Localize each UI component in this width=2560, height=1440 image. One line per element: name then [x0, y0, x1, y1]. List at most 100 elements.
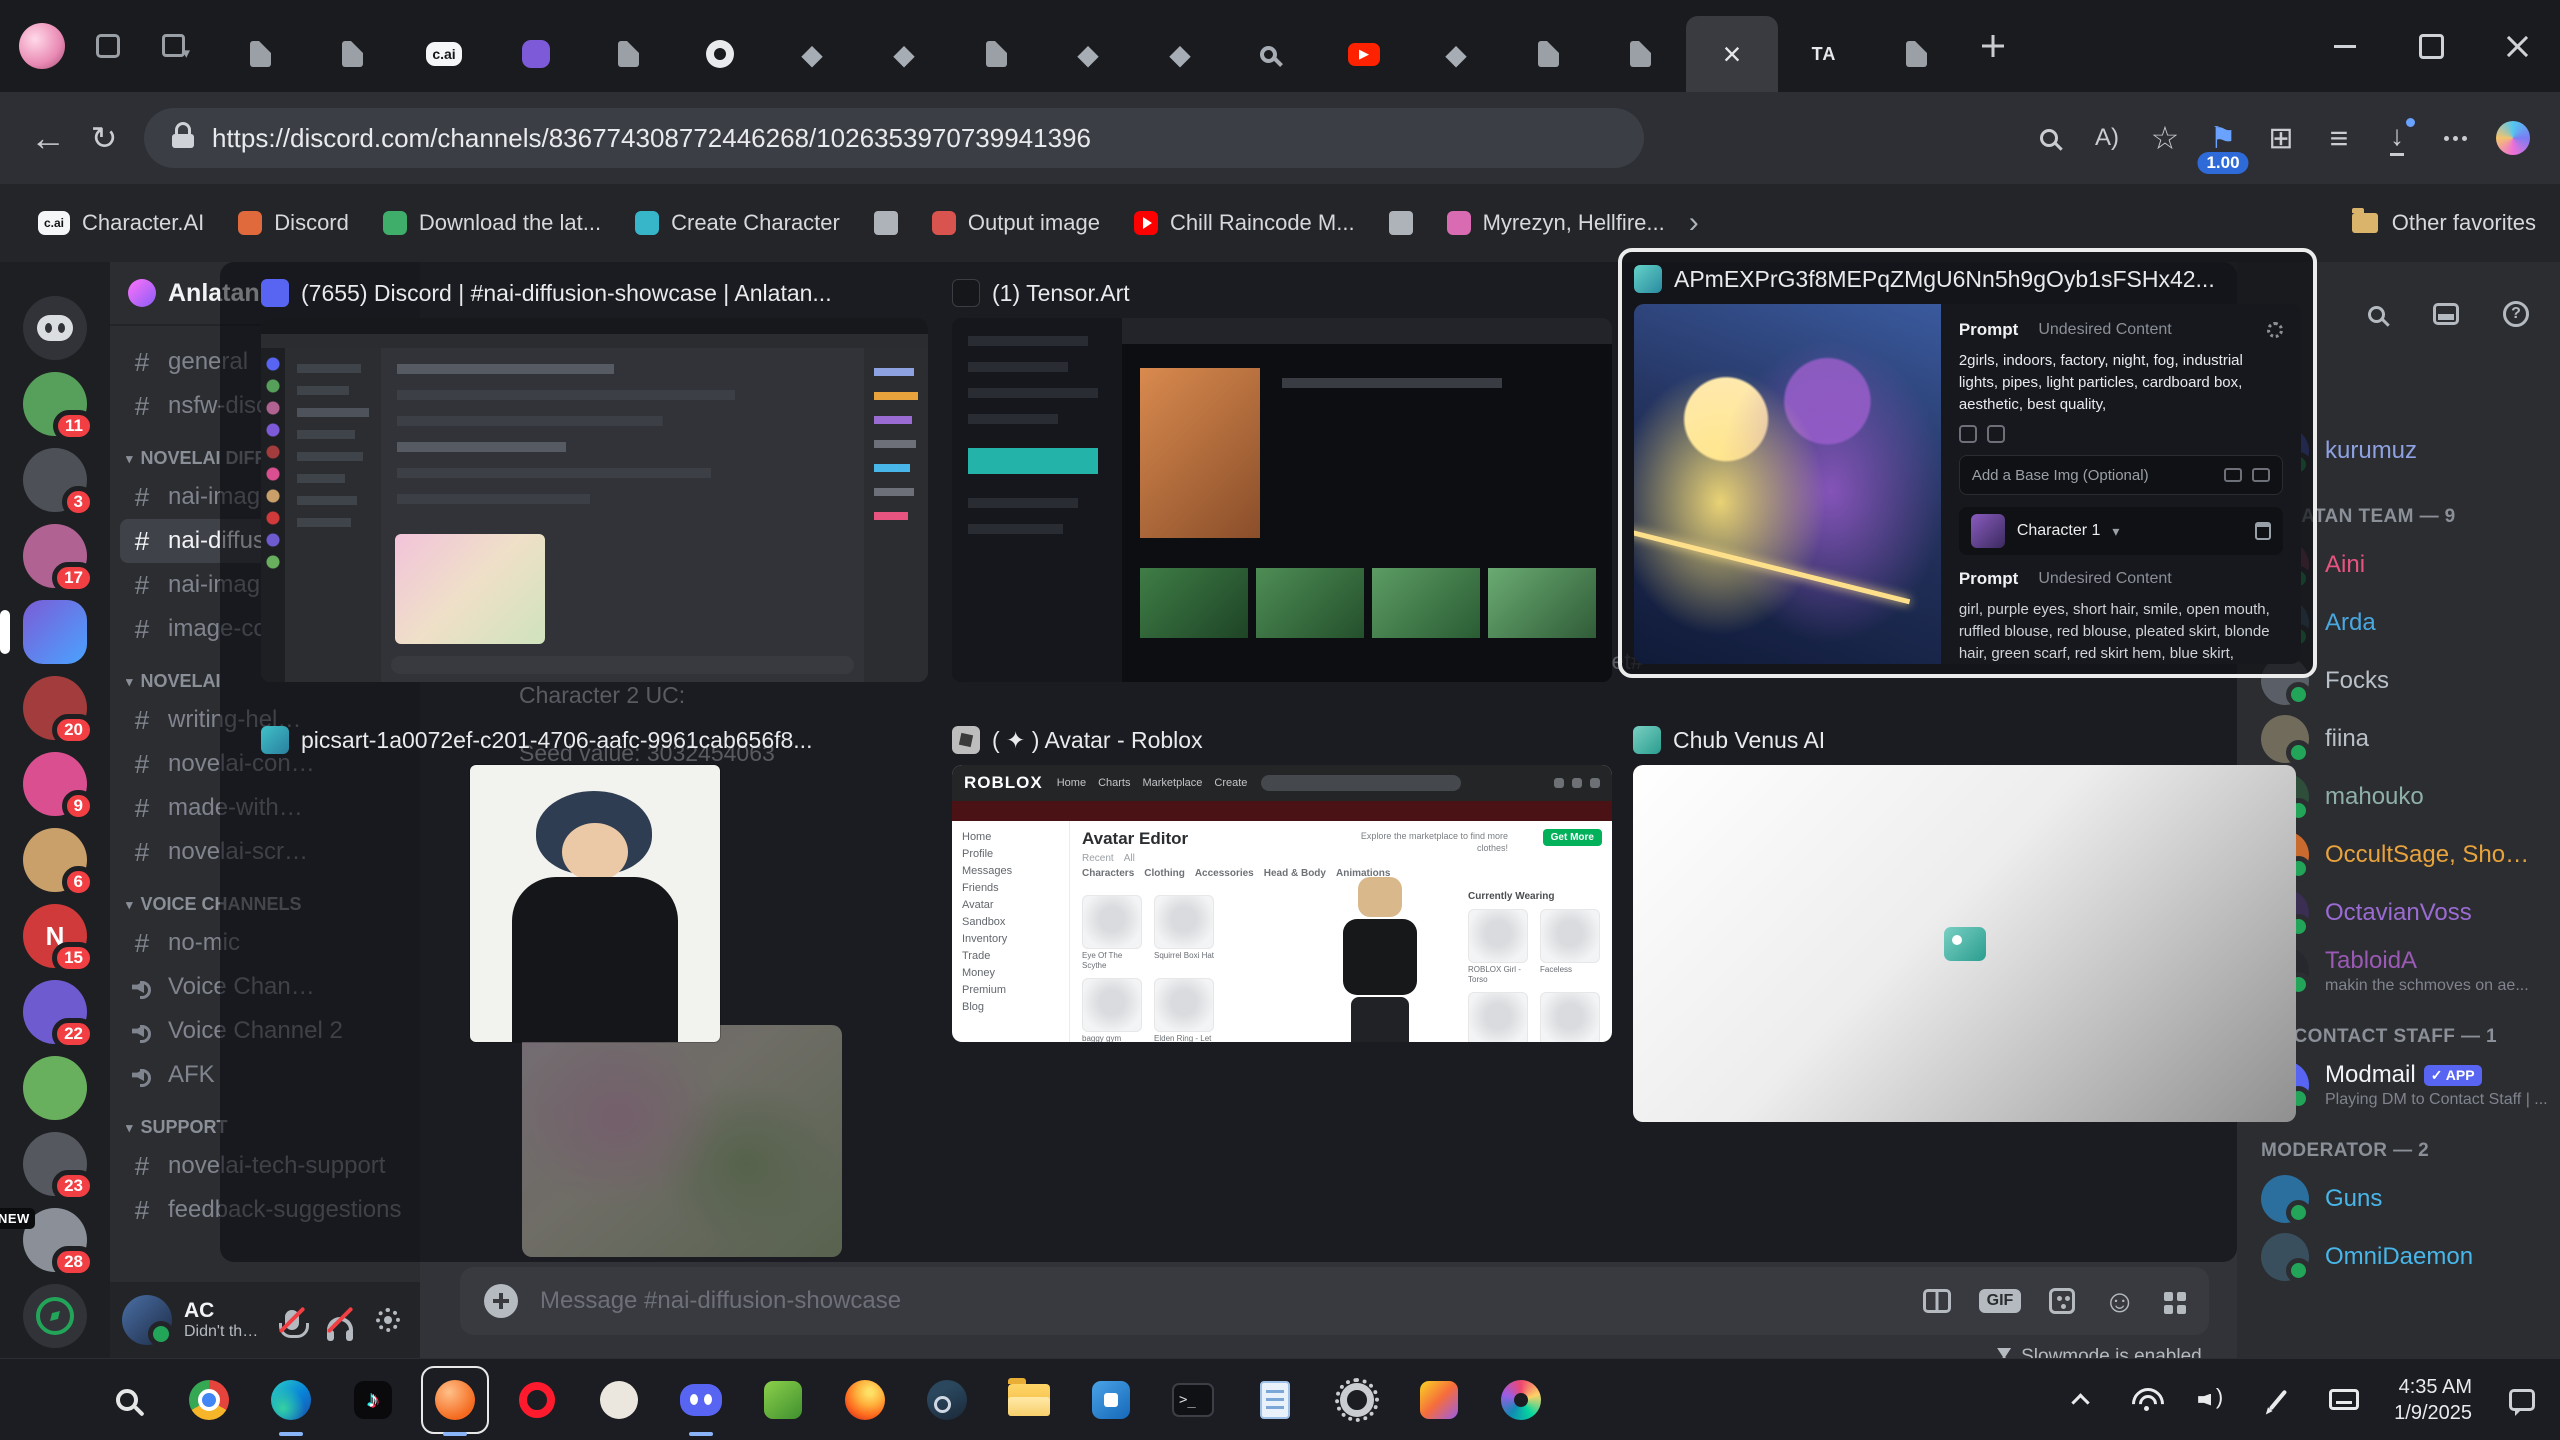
downloads-button[interactable] [2370, 106, 2424, 170]
roblox-sidebar-item[interactable]: Friends [962, 880, 1059, 897]
notifications-button[interactable] [2500, 1371, 2544, 1429]
roblox-category[interactable]: Accessories [1195, 868, 1254, 879]
browser-tab[interactable] [674, 16, 766, 92]
maximize-button[interactable] [2388, 0, 2474, 92]
favorite-item[interactable] [860, 203, 912, 243]
new-tab-button[interactable] [1966, 19, 2020, 73]
tab-preview-discord[interactable]: (7655) Discord | #nai-diffusion-showcase… [261, 276, 928, 682]
network-button[interactable] [2124, 1371, 2168, 1429]
browser-tab[interactable] [1594, 16, 1686, 92]
favorite-item[interactable]: Myrezyn, Hellfire... [1433, 202, 1679, 244]
browser-tab[interactable] [582, 16, 674, 92]
minimize-button[interactable] [2302, 0, 2388, 92]
tab-close-icon[interactable]: × [1723, 38, 1742, 70]
taskbar-app-chrome[interactable] [180, 1371, 238, 1429]
roblox-tab[interactable]: All [1124, 853, 1135, 864]
roblox-nav-link[interactable]: Home [1057, 777, 1086, 789]
favorite-item[interactable]: Chill Raincode M... [1120, 202, 1369, 244]
close-window-button[interactable] [2474, 0, 2560, 92]
favorite-item[interactable]: Output image [918, 202, 1114, 244]
favorite-item[interactable]: c.aiCharacter.AI [24, 202, 218, 244]
taskbar-app-blue[interactable] [1082, 1371, 1140, 1429]
roblox-sidebar-item[interactable]: Premium [962, 982, 1059, 999]
taskbar-app-explorer[interactable] [1000, 1371, 1058, 1429]
roblox-sidebar-item[interactable]: Inventory [962, 931, 1059, 948]
taskbar-app-steam[interactable] [918, 1371, 976, 1429]
copilot-button[interactable] [2486, 106, 2540, 170]
roblox-item[interactable]: baggy gym sweatpants [1082, 978, 1146, 1042]
browser-tab[interactable]: ◆ [1042, 16, 1134, 92]
get-more-button[interactable]: Get More [1543, 829, 1602, 846]
roblox-worn-item[interactable]: ROBLOX Girl - Torso [1468, 909, 1532, 984]
roblox-sidebar-item[interactable]: Profile [962, 846, 1059, 863]
tool-icon[interactable] [1987, 425, 2005, 443]
taskbar-app-tiktok[interactable]: ♪ [344, 1371, 402, 1429]
favorite-item[interactable]: Create Character [621, 202, 854, 244]
favorites-overflow-button[interactable] [1679, 206, 1709, 240]
profile-button[interactable] [14, 18, 70, 74]
active-tab[interactable]: × [1686, 16, 1778, 92]
roblox-category[interactable]: Characters [1082, 868, 1134, 879]
browser-tab[interactable] [1502, 16, 1594, 92]
address-bar[interactable]: https://discord.com/channels/83677430877… [144, 108, 1644, 168]
roblox-tab[interactable]: Recent [1082, 853, 1114, 864]
browser-tab[interactable]: ▶ [1318, 16, 1410, 92]
roblox-category[interactable]: Clothing [1144, 868, 1185, 879]
roblox-sidebar-item[interactable]: Home [962, 829, 1059, 846]
tool-icon[interactable] [1959, 425, 1977, 443]
taskbar-app-green[interactable] [754, 1371, 812, 1429]
taskbar-app-notepad[interactable] [1246, 1371, 1304, 1429]
extensions-button[interactable] [2254, 106, 2308, 170]
tray-overflow-button[interactable] [2058, 1371, 2102, 1429]
browser-tab[interactable] [1226, 16, 1318, 92]
add-base-image-row[interactable]: Add a Base Img (Optional) [1959, 455, 2283, 495]
roblox-sidebar-item[interactable]: Blog [962, 999, 1059, 1016]
zoom-button[interactable] [2022, 106, 2076, 170]
taskbar-app-studio[interactable] [1410, 1371, 1468, 1429]
browser-tab[interactable] [1870, 16, 1962, 92]
browser-tab[interactable]: ◆ [1410, 16, 1502, 92]
roblox-worn-item[interactable]: Geek Of The Moon [1540, 992, 1604, 1042]
prompt-text[interactable]: 2girls, indoors, factory, night, fog, in… [1959, 350, 2283, 415]
browser-tab[interactable]: TA [1778, 16, 1870, 92]
roblox-item[interactable]: Elden Ring - Let Me Solo Her [1154, 978, 1218, 1042]
character-prompt-text[interactable]: girl, purple eyes, short hair, smile, op… [1959, 599, 2283, 664]
tab-preview-novelai-selected[interactable]: APmEXPrG3f8MEPqZMgU6Nn5h9gOyb1sFSHx42...… [1618, 248, 2317, 678]
workspace-button[interactable] [80, 18, 136, 74]
browser-tab[interactable]: ◆ [766, 16, 858, 92]
favorite-item[interactable] [1375, 203, 1427, 243]
roblox-sidebar-item[interactable]: Sandbox [962, 914, 1059, 931]
browser-tab[interactable]: ◆ [858, 16, 950, 92]
roblox-sidebar-item[interactable]: Avatar [962, 897, 1059, 914]
taskbar-app-opera[interactable] [508, 1371, 566, 1429]
taskbar-app-orange[interactable] [426, 1371, 484, 1429]
tab-preview-roblox[interactable]: ( ✦ ) Avatar - Roblox ROBLOX HomeChartsM… [952, 723, 1612, 1042]
taskbar-app-white[interactable] [590, 1371, 648, 1429]
trash-icon[interactable] [2255, 522, 2271, 540]
character-1-row[interactable]: Character 1 [1959, 507, 2283, 555]
browser-tab[interactable]: c.ai [398, 16, 490, 92]
taskbar-app-terminal[interactable]: >_ [1164, 1371, 1222, 1429]
char-undesired-tab[interactable]: Undesired Content [2038, 570, 2171, 588]
read-aloud-button[interactable] [2080, 106, 2134, 170]
taskbar-app-palette[interactable] [1492, 1371, 1550, 1429]
roblox-nav-link[interactable]: Create [1214, 777, 1247, 789]
tab-actions-button[interactable] [146, 18, 202, 74]
browser-tab[interactable]: ◆ [1134, 16, 1226, 92]
volume-button[interactable] [2190, 1371, 2234, 1429]
taskbar-clock[interactable]: 4:35 AM 1/9/2025 [2388, 1374, 2478, 1426]
back-button[interactable] [20, 110, 76, 166]
touch-keyboard-button[interactable] [2322, 1371, 2366, 1429]
taskbar-app-settings[interactable] [1328, 1371, 1386, 1429]
roblox-item[interactable]: Squirrel Boxi Hat [1154, 895, 1218, 970]
pen-button[interactable] [2256, 1371, 2300, 1429]
prompt-tab[interactable]: Prompt [1959, 320, 2019, 340]
tab-preview-chub[interactable]: Chub Venus AI [1633, 723, 2296, 1122]
favorite-item[interactable]: Download the lat... [369, 202, 615, 244]
roblox-sidebar-item[interactable]: Trade [962, 948, 1059, 965]
taskbar-app-firefox[interactable] [836, 1371, 894, 1429]
refresh-button[interactable] [76, 110, 132, 166]
roblox-nav-link[interactable]: Charts [1098, 777, 1130, 789]
browser-tab[interactable] [490, 16, 582, 92]
tab-preview-picsart[interactable]: picsart-1a0072ef-c201-4706-aafc-9961cab6… [261, 723, 928, 1042]
